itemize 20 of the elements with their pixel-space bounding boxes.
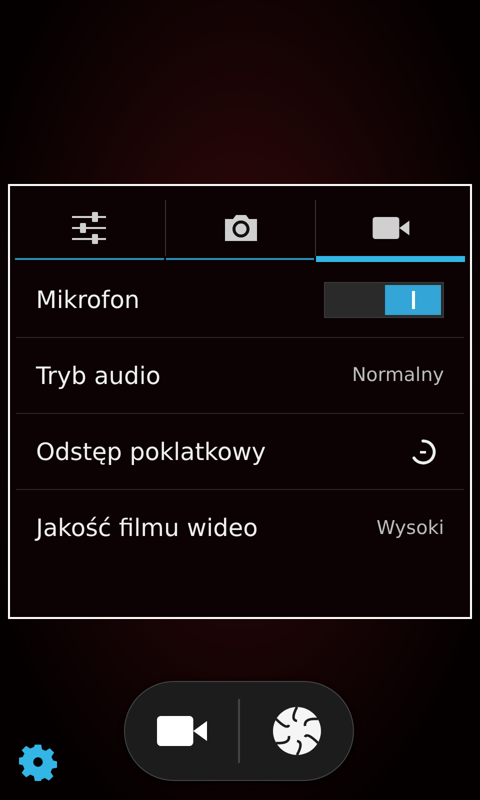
timer-icon: [412, 438, 438, 464]
camera-icon: [222, 213, 258, 243]
settings-row[interactable]: Mikrofon: [16, 262, 464, 338]
setting-label: Tryb audio: [36, 360, 161, 392]
toggle-switch[interactable]: [324, 282, 444, 318]
setting-value: Normalny: [352, 363, 444, 388]
settings-row[interactable]: Tryb audio Normalny: [16, 338, 464, 414]
setting-label: Jakość filmu wideo: [36, 513, 258, 544]
video-camera-icon: [154, 716, 208, 746]
settings-icon[interactable]: [19, 743, 57, 781]
aperture-icon: [272, 706, 322, 756]
setting-value: Wysoki: [376, 516, 444, 541]
tab[interactable]: [315, 200, 466, 262]
settings-row[interactable]: Odstęp poklatkowy: [16, 414, 464, 490]
settings-row[interactable]: Jakość filmu wideo Wysoki: [16, 490, 464, 566]
setting-label: Mikrofon: [36, 284, 140, 316]
video-camera-icon: [372, 217, 410, 239]
sliders-icon: [72, 212, 106, 244]
setting-label: Odstęp poklatkowy: [36, 436, 266, 468]
tab[interactable]: [164, 200, 316, 262]
